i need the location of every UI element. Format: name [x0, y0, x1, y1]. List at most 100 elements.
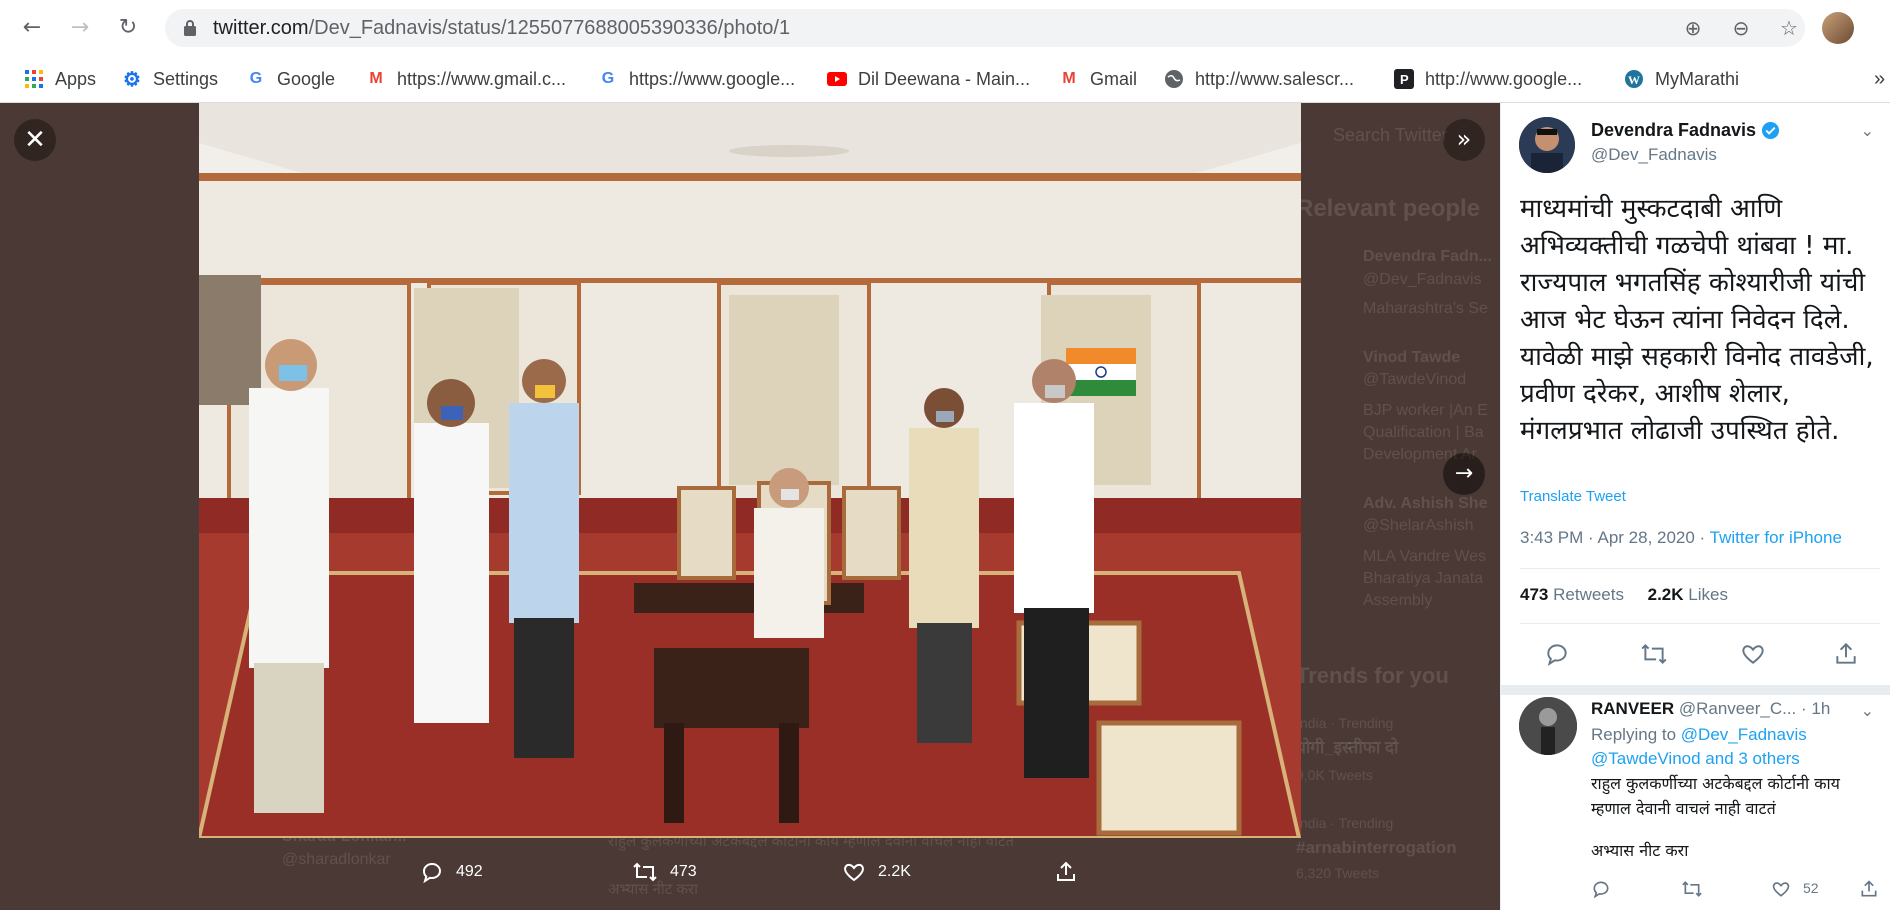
bg-trends: Trends for you: [1296, 663, 1449, 688]
share-icon[interactable]: [1833, 641, 1859, 667]
reply-author-handle[interactable]: @Ranveer_C...: [1679, 699, 1796, 718]
bookmark-google-url[interactable]: Ghttps://www.google...: [598, 64, 795, 94]
tweet-source-link[interactable]: Twitter for iPhone: [1710, 528, 1842, 547]
replying-to-label: Replying to: [1591, 725, 1677, 744]
reply-text: राहुल कुलकर्णीच्या अटकेबद्दल कोर्टानी का…: [1591, 774, 1840, 818]
reply-text-line2: अभ्यास नीट करा: [1591, 841, 1689, 860]
bookmark-gmail-url[interactable]: Mhttps://www.gmail.c...: [366, 64, 566, 94]
url-domain: twitter.com: [213, 17, 309, 39]
share-icon[interactable]: [1859, 879, 1879, 899]
replying-to: Replying to @Dev_Fadnavis @TawdeVinod an…: [1591, 723, 1881, 771]
bookmark-mymarathi[interactable]: W MyMarathi: [1624, 64, 1739, 94]
reload-icon[interactable]: ↻: [112, 12, 144, 44]
reply-age: · 1h: [1801, 699, 1831, 718]
photo-reply-count: 492: [456, 863, 483, 880]
double-chevron-right-icon[interactable]: »: [1443, 119, 1485, 161]
photo-like-button[interactable]: 2.2K: [842, 860, 911, 884]
profile-avatar[interactable]: [1822, 12, 1854, 44]
reply-author-name[interactable]: RANVEER: [1591, 699, 1674, 718]
tweet-photo[interactable]: [199, 103, 1301, 838]
reply-action-bar: 52: [1591, 875, 1890, 905]
star-icon[interactable]: ☆: [1777, 16, 1801, 40]
bg-relevant-people: Relevant people: [1296, 195, 1481, 222]
wordpress-icon: W: [1624, 69, 1644, 89]
bookmark-youtube[interactable]: Dil Deewana - Main...: [827, 64, 1030, 94]
gmail-icon: M: [369, 70, 383, 87]
reply-like-count: 52: [1803, 880, 1819, 896]
bookmark-label: Gmail: [1090, 68, 1138, 89]
forward-arrow-icon[interactable]: →: [64, 12, 96, 44]
bg-person1-bio: Maharashtra's Se: [1363, 300, 1488, 317]
like-count[interactable]: 2.2K: [1648, 585, 1684, 604]
photo-illustration: [199, 103, 1301, 838]
bookmark-salescr[interactable]: http://www.salescr...: [1164, 64, 1354, 94]
bookmark-label: https://www.gmail.c...: [397, 68, 567, 89]
google-icon: G: [249, 70, 263, 87]
photo-reply-button[interactable]: 492: [420, 860, 483, 884]
mention-link[interactable]: @Dev_Fadnavis: [1681, 725, 1807, 744]
bookmark-google[interactable]: G Google: [246, 64, 335, 94]
photo-share-button[interactable]: [1054, 860, 1090, 884]
retweet-icon[interactable]: [1640, 641, 1668, 667]
bg-search: Search Twitter: [1333, 125, 1448, 145]
bookmark-label: Google: [277, 68, 336, 89]
divider: [1520, 623, 1880, 624]
heart-icon[interactable]: [1771, 879, 1791, 899]
author-avatar[interactable]: [1519, 117, 1575, 173]
bg-person2-name: Vinod Tawde: [1363, 349, 1461, 366]
retweet-count[interactable]: 473: [1520, 585, 1548, 604]
svg-text:W: W: [1628, 73, 1640, 87]
bookmark-settings[interactable]: ⚙ Settings: [122, 64, 218, 94]
bookmark-gmail[interactable]: M Gmail: [1059, 64, 1137, 94]
mention-link[interactable]: @TawdeVinod and 3 others: [1591, 749, 1800, 768]
photo-retweet-button[interactable]: 473: [632, 860, 697, 884]
bg-person2-handle: @TawdeVinod: [1363, 371, 1467, 388]
bookmark-google-url2[interactable]: Phttp://www.google...: [1394, 64, 1582, 94]
translate-tweet-link[interactable]: Translate Tweet: [1520, 488, 1626, 505]
bg-trend-cat2: India · Trending: [1296, 815, 1394, 831]
chevron-down-icon[interactable]: ⌄: [1861, 121, 1874, 140]
bookmark-label: http://www.salescr...: [1195, 68, 1355, 89]
reply-icon[interactable]: [1544, 641, 1570, 667]
bookmarks-more[interactable]: »: [1874, 64, 1885, 94]
add-circle-icon[interactable]: ⊕: [1681, 16, 1705, 40]
photo-like-count: 2.2K: [878, 863, 911, 880]
tweet-time-text: 3:43 PM · Apr 28, 2020 ·: [1520, 528, 1710, 547]
author-handle[interactable]: @Dev_Fadnavis: [1591, 145, 1717, 165]
url-text: twitter.com/Dev_Fadnavis/status/12550776…: [213, 17, 790, 40]
lock-icon: [184, 20, 196, 36]
heart-icon[interactable]: [1740, 641, 1766, 667]
next-arrow-icon[interactable]: →: [1443, 453, 1485, 495]
author-name-text: Devendra Fadnavis: [1591, 120, 1757, 140]
apps-grid-icon: [24, 69, 44, 89]
author-name[interactable]: Devendra Fadnavis: [1591, 120, 1780, 141]
photo-action-bar: 492 473 2.2K: [0, 848, 1500, 898]
bookmark-label: MyMarathi: [1655, 68, 1740, 89]
bg-trend1: योगी_इस्तीफा दो: [1296, 738, 1399, 757]
bookmark-label: http://www.google...: [1425, 68, 1583, 89]
close-icon[interactable]: ✕: [14, 119, 56, 161]
tweet-body: माध्यमांची मुस्कटदाबी आणि अभिव्यक्तीची ग…: [1520, 194, 1874, 446]
gmail-icon: M: [1062, 70, 1076, 87]
retweet-icon[interactable]: [1681, 879, 1703, 899]
reply-icon: [423, 863, 441, 884]
youtube-icon: [827, 69, 847, 89]
address-bar[interactable]: twitter.com/Dev_Fadnavis/status/12550776…: [165, 9, 1805, 47]
gear-icon: ⚙: [123, 68, 141, 91]
bg-person1-handle: @Dev_Fadnavis: [1363, 271, 1482, 288]
bookmark-apps[interactable]: Apps: [24, 64, 96, 94]
zoom-out-icon[interactable]: ⊖: [1729, 16, 1753, 40]
chevron-down-icon[interactable]: ⌄: [1861, 701, 1874, 720]
verified-badge-icon: [1762, 121, 1780, 140]
reply-icon[interactable]: [1591, 879, 1611, 899]
bg-person1-name: Devendra Fadn...: [1363, 248, 1492, 265]
back-arrow-icon[interactable]: ←: [16, 12, 48, 44]
bookmarks-bar: Apps ⚙ Settings G Google Mhttps://www.gmai…: [0, 56, 1890, 103]
tweet-timestamp: 3:43 PM · Apr 28, 2020 · Twitter for iPh…: [1520, 528, 1842, 548]
tweet-action-bar: [1520, 633, 1880, 673]
reply-author-avatar[interactable]: [1519, 697, 1577, 755]
divider: [1520, 568, 1880, 569]
tweet-panel: Devendra Fadnavis @Dev_Fadnavis ⌄ माध्यम…: [1500, 103, 1890, 910]
bg-person3-bio: MLA Vandre Wes Bharatiya Janata Assembly: [1363, 548, 1487, 609]
retweets-label: Retweets: [1553, 585, 1624, 604]
